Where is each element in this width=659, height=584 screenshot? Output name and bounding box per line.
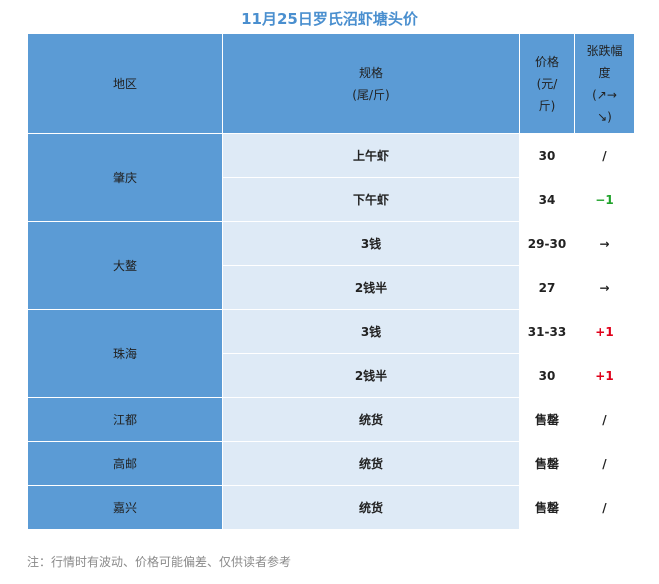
- spec-cell: 统货: [222, 441, 520, 486]
- header-price: 价格 (元/ 斤): [519, 33, 575, 134]
- table-row: 嘉兴 统货 售罄 /: [27, 485, 635, 530]
- price-cell: 售罄: [519, 485, 575, 530]
- region-cell: 珠海: [27, 309, 223, 398]
- table-row: 高邮 统货 售罄 /: [27, 441, 635, 486]
- change-cell: /: [574, 133, 635, 178]
- change-cell: /: [574, 441, 635, 486]
- header-price-line2: (元/: [536, 76, 558, 91]
- price-cell: 34: [519, 177, 575, 222]
- table-row: 珠海 3钱 31-33 +1: [27, 309, 635, 398]
- price-cell: 售罄: [519, 441, 575, 486]
- price-table: 地区 规格 (尾/斤) 价格 (元/ 斤) 张跌幅 度 (↗→ ↘) 肇庆 上午…: [27, 33, 635, 530]
- page-title: 11月25日罗氏沼虾塘头价: [241, 10, 418, 28]
- header-spec-line1: 规格: [358, 65, 383, 80]
- price-cell: 30: [519, 133, 575, 178]
- table-row: 江都 统货 售罄 /: [27, 397, 635, 442]
- header-change: 张跌幅 度 (↗→ ↘): [574, 33, 635, 134]
- change-cell: −1: [574, 177, 635, 222]
- price-cell: 29-30: [519, 221, 575, 266]
- header-row: 地区 规格 (尾/斤) 价格 (元/ 斤) 张跌幅 度 (↗→ ↘): [27, 33, 635, 134]
- header-change-line2: 度: [598, 65, 611, 80]
- price-cell: 30: [519, 353, 575, 398]
- region-cell: 大鳌: [27, 221, 223, 310]
- region-cell: 嘉兴: [27, 485, 223, 530]
- header-change-line4: ↘): [597, 109, 612, 124]
- change-cell: /: [574, 485, 635, 530]
- spec-cell: 2钱半: [222, 353, 520, 398]
- region-cell: 肇庆: [27, 133, 223, 222]
- header-price-line3: 斤): [538, 98, 556, 113]
- change-cell: +1: [574, 309, 635, 354]
- change-cell: →: [574, 265, 635, 310]
- change-cell: →: [574, 221, 635, 266]
- header-change-line3: (↗→: [592, 87, 617, 102]
- region-cell: 江都: [27, 397, 223, 442]
- header-spec: 规格 (尾/斤): [222, 33, 520, 134]
- table-row: 肇庆 上午虾 30 /: [27, 133, 635, 222]
- table-row: 大鳌 3钱 29-30 →: [27, 221, 635, 310]
- spec-cell: 统货: [222, 485, 520, 530]
- spec-cell: 上午虾: [222, 133, 520, 178]
- spec-cell: 统货: [222, 397, 520, 442]
- change-cell: +1: [574, 353, 635, 398]
- header-change-line1: 张跌幅: [586, 43, 623, 58]
- price-cell: 售罄: [519, 397, 575, 442]
- header-spec-line2: (尾/斤): [352, 87, 390, 102]
- region-cell: 高邮: [27, 441, 223, 486]
- spec-cell: 3钱: [222, 309, 520, 354]
- spec-cell: 3钱: [222, 221, 520, 266]
- footnote: 注：行情时有波动、价格可能偏差、仅供读者参考: [27, 555, 292, 569]
- price-cell: 31-33: [519, 309, 575, 354]
- header-region: 地区: [27, 33, 223, 134]
- header-price-line1: 价格: [534, 54, 559, 69]
- price-cell: 27: [519, 265, 575, 310]
- spec-cell: 2钱半: [222, 265, 520, 310]
- change-cell: /: [574, 397, 635, 442]
- spec-cell: 下午虾: [222, 177, 520, 222]
